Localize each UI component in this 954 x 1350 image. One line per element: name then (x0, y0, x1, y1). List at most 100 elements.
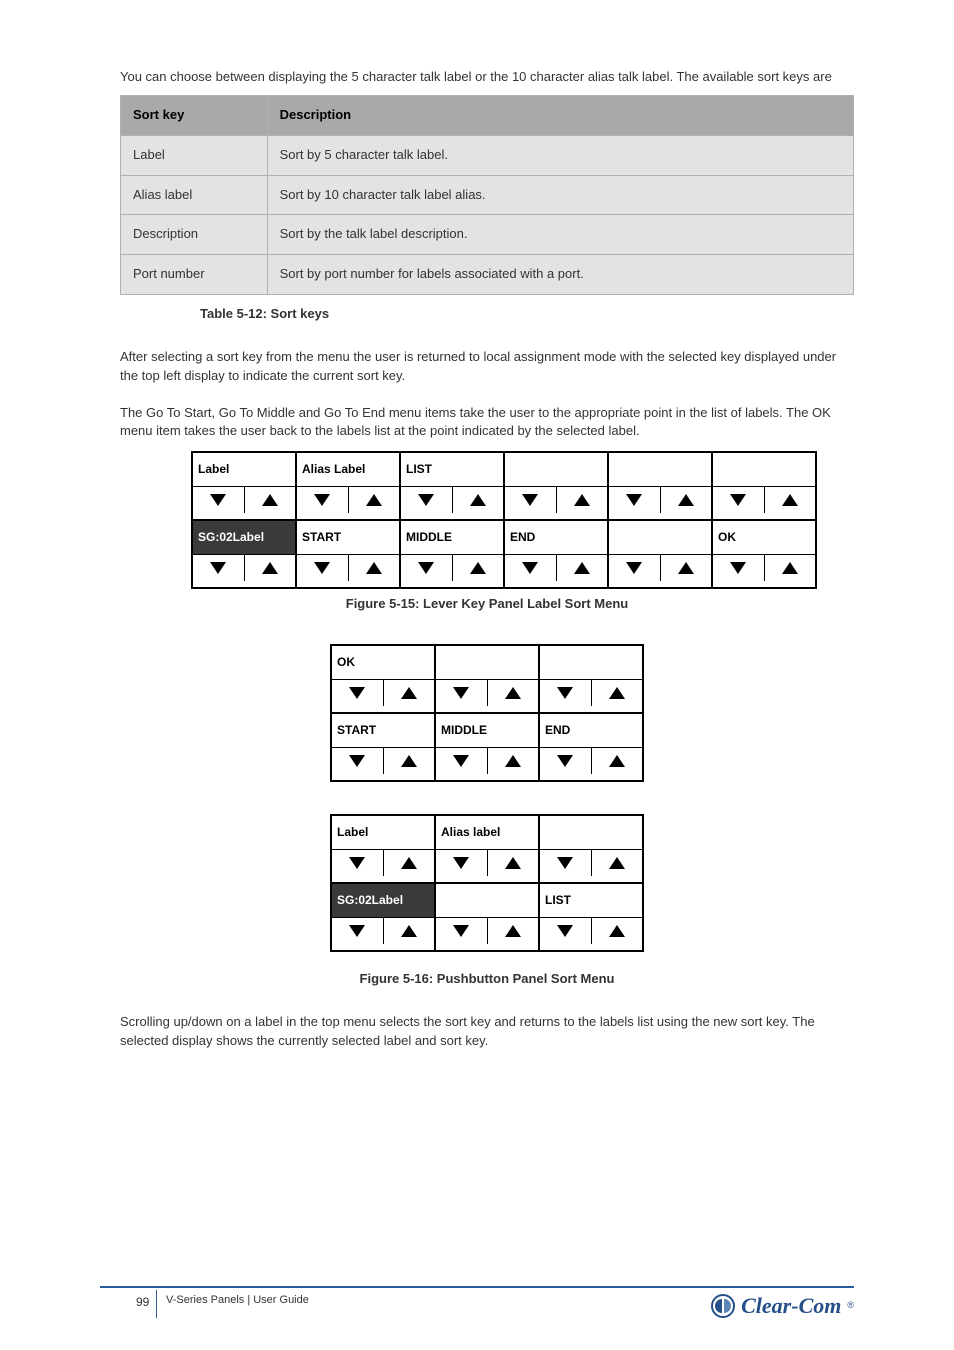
display-cell (539, 815, 643, 849)
page-footer: 99 V-Series Panels | User Guide Clear-Co… (100, 1286, 854, 1324)
table-cell: Sort by 5 character talk label. (267, 135, 853, 175)
display-cell (435, 645, 539, 679)
lever-key-display: Label Alias Label LIST SG:02Label START … (191, 451, 817, 589)
up-arrow-icon (609, 755, 625, 767)
paragraph: The Go To Start, Go To Middle and Go To … (120, 404, 854, 442)
up-arrow-icon (574, 494, 590, 506)
down-arrow-icon (418, 562, 434, 574)
display-cell (608, 452, 712, 486)
display-cell (504, 452, 608, 486)
table-cell: Port number (121, 255, 268, 295)
table-header-description: Description (267, 95, 853, 135)
paragraph: After selecting a sort key from the menu… (120, 348, 854, 386)
down-arrow-icon (314, 562, 330, 574)
intro-paragraph: You can choose between displaying the 5 … (120, 68, 854, 87)
display-cell (608, 520, 712, 554)
display-cell: Alias label (435, 815, 539, 849)
footer-doc-title: V-Series Panels | User Guide (166, 1294, 309, 1307)
up-arrow-icon (262, 494, 278, 506)
up-arrow-icon (609, 857, 625, 869)
logo-icon (711, 1294, 735, 1318)
down-arrow-icon (314, 494, 330, 506)
display-cell: START (331, 713, 435, 747)
down-arrow-icon (418, 494, 434, 506)
table-row: Description Sort by the talk label descr… (121, 215, 854, 255)
up-arrow-icon (401, 925, 417, 937)
down-arrow-icon (730, 494, 746, 506)
up-arrow-icon (574, 562, 590, 574)
table-row: Port number Sort by port number for labe… (121, 255, 854, 295)
display-cell: MIDDLE (400, 520, 504, 554)
display-cell: Label (192, 452, 296, 486)
down-arrow-icon (522, 494, 538, 506)
table-caption: Table 5-12: Sort keys (200, 305, 854, 324)
down-arrow-icon (453, 687, 469, 699)
down-arrow-icon (522, 562, 538, 574)
down-arrow-icon (349, 755, 365, 767)
up-arrow-icon (678, 562, 694, 574)
display-cell (435, 883, 539, 917)
down-arrow-icon (453, 857, 469, 869)
down-arrow-icon (349, 857, 365, 869)
up-arrow-icon (505, 755, 521, 767)
paragraph: Scrolling up/down on a label in the top … (120, 1013, 854, 1051)
figure-caption: Figure 5-16: Pushbutton Panel Sort Menu (120, 970, 854, 989)
brand-logo: Clear-Com® (711, 1290, 854, 1322)
table-cell: Label (121, 135, 268, 175)
up-arrow-icon (401, 857, 417, 869)
down-arrow-icon (626, 562, 642, 574)
down-arrow-icon (210, 494, 226, 506)
up-arrow-icon (505, 925, 521, 937)
footer-divider (156, 1290, 157, 1318)
up-arrow-icon (366, 562, 382, 574)
display-cell: LIST (539, 883, 643, 917)
down-arrow-icon (453, 925, 469, 937)
down-arrow-icon (557, 755, 573, 767)
display-cell (539, 645, 643, 679)
down-arrow-icon (626, 494, 642, 506)
sort-keys-table: Sort key Description Label Sort by 5 cha… (120, 95, 854, 295)
up-arrow-icon (505, 857, 521, 869)
pushbutton-display: OK START MIDDLE END (330, 638, 644, 958)
down-arrow-icon (557, 687, 573, 699)
display-cell: LIST (400, 452, 504, 486)
up-arrow-icon (782, 494, 798, 506)
display-cell-selected: SG:02Label (331, 883, 435, 917)
down-arrow-icon (730, 562, 746, 574)
table-cell: Sort by port number for labels associate… (267, 255, 853, 295)
up-arrow-icon (609, 925, 625, 937)
up-arrow-icon (782, 562, 798, 574)
down-arrow-icon (210, 562, 226, 574)
up-arrow-icon (470, 494, 486, 506)
up-arrow-icon (505, 687, 521, 699)
figure-caption: Figure 5-15: Lever Key Panel Label Sort … (120, 595, 854, 614)
down-arrow-icon (349, 925, 365, 937)
display-cell: Alias Label (296, 452, 400, 486)
table-cell: Sort by 10 character talk label alias. (267, 175, 853, 215)
table-row: Alias label Sort by 10 character talk la… (121, 175, 854, 215)
display-cell: MIDDLE (435, 713, 539, 747)
up-arrow-icon (401, 755, 417, 767)
down-arrow-icon (557, 857, 573, 869)
display-cell (712, 452, 816, 486)
up-arrow-icon (609, 687, 625, 699)
display-cell: START (296, 520, 400, 554)
display-cell-selected: SG:02Label (192, 520, 296, 554)
down-arrow-icon (453, 755, 469, 767)
table-row: Label Sort by 5 character talk label. (121, 135, 854, 175)
up-arrow-icon (262, 562, 278, 574)
table-cell: Sort by the talk label description. (267, 215, 853, 255)
up-arrow-icon (366, 494, 382, 506)
display-cell: OK (331, 645, 435, 679)
display-cell: Label (331, 815, 435, 849)
page-number: 99 (136, 1294, 149, 1311)
up-arrow-icon (678, 494, 694, 506)
logo-text: Clear-Com (741, 1290, 841, 1322)
display-cell: OK (712, 520, 816, 554)
display-cell: END (539, 713, 643, 747)
down-arrow-icon (349, 687, 365, 699)
table-header-sortkey: Sort key (121, 95, 268, 135)
down-arrow-icon (557, 925, 573, 937)
up-arrow-icon (470, 562, 486, 574)
table-cell: Description (121, 215, 268, 255)
